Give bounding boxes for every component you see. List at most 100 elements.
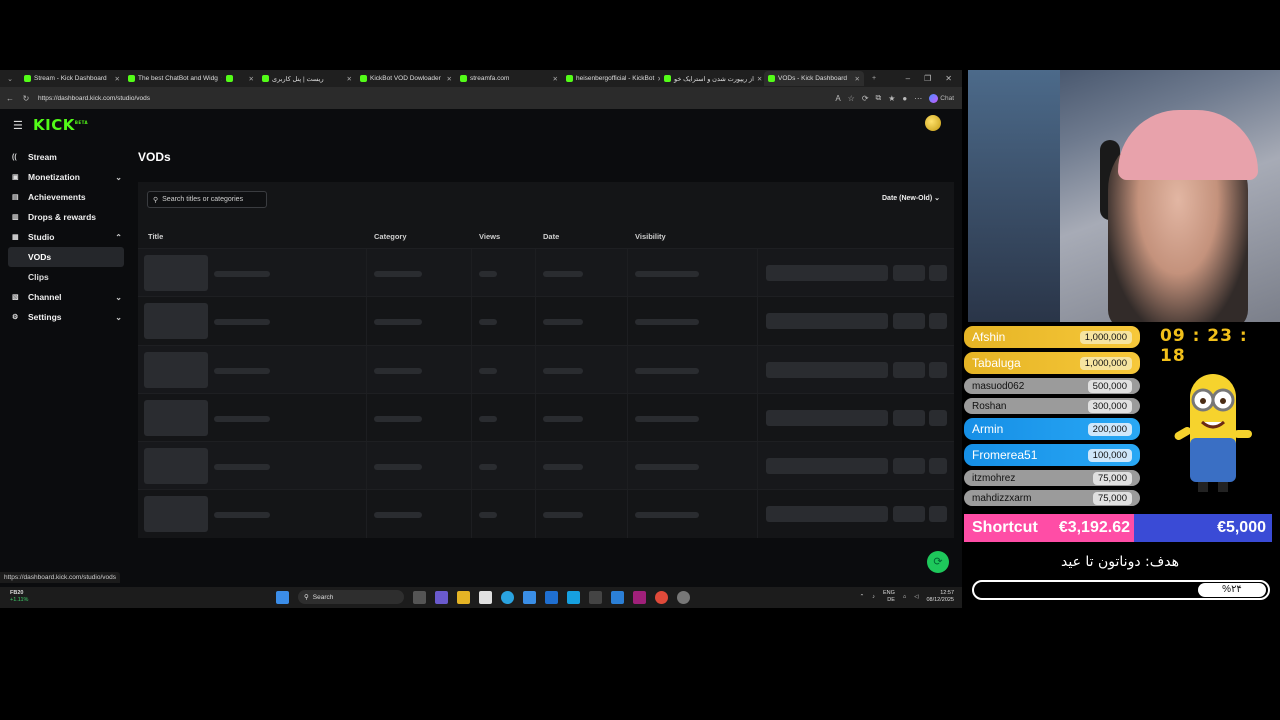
sidebar-item-achievements[interactable]: ▤ Achievements xyxy=(0,187,134,207)
column-category[interactable]: Category xyxy=(374,232,407,241)
close-window-icon[interactable]: ✕ xyxy=(945,74,952,83)
settings-app-icon[interactable] xyxy=(677,590,690,604)
skeleton-placeholder xyxy=(635,464,699,471)
chevron-down-icon[interactable]: ⌄ xyxy=(115,293,122,302)
chrome-icon[interactable] xyxy=(655,590,668,604)
user-avatar[interactable] xyxy=(925,115,941,131)
sidebar-item-stream[interactable]: ((Stream xyxy=(0,147,134,167)
maximize-icon[interactable]: ❐ xyxy=(924,74,931,83)
sort-dropdown[interactable]: Date (New-Old) ⌄ xyxy=(882,194,940,202)
column-visibility[interactable]: Visibility xyxy=(635,232,666,241)
browser-tab[interactable]: از ریپورت شدن و استرایک خو ✕ xyxy=(660,71,764,86)
volume-icon[interactable]: ◁ xyxy=(914,594,918,600)
column-title[interactable]: Title xyxy=(148,232,163,241)
teams-icon[interactable] xyxy=(435,590,448,604)
skeleton-placeholder xyxy=(766,409,888,426)
menu-icon[interactable]: ☰ xyxy=(13,119,23,132)
browser-tab[interactable]: Stream - Kick Dashboard ✕ xyxy=(20,71,124,86)
task-view-icon[interactable] xyxy=(413,590,426,604)
reload-icon[interactable]: ↻ xyxy=(20,94,32,103)
table-row[interactable] xyxy=(138,441,954,490)
new-tab-icon[interactable]: + xyxy=(864,75,884,82)
column-views[interactable]: Views xyxy=(479,232,500,241)
column-date[interactable]: Date xyxy=(543,232,559,241)
copilot-chat-button[interactable]: Chat xyxy=(929,93,954,103)
chevron-down-icon[interactable]: ⌄ xyxy=(115,313,122,322)
sidebar-item-drops[interactable]: ▥ Drops & rewards xyxy=(0,207,134,227)
chevron-down-icon: ⌄ xyxy=(934,195,940,202)
skeleton-placeholder xyxy=(543,319,583,326)
status-url: https://dashboard.kick.com/studio/vods xyxy=(0,572,121,583)
minimize-icon[interactable]: – xyxy=(906,74,910,83)
close-tab-icon[interactable]: ✕ xyxy=(447,75,452,83)
browser-tab[interactable]: ✕ xyxy=(222,71,258,86)
sidebar-item-monetization[interactable]: ▣ Monetization ⌄ xyxy=(0,167,134,187)
stock-widget[interactable]: FB20 +1.11% xyxy=(10,590,28,604)
network-icon[interactable]: ⌂ xyxy=(903,594,906,600)
browser-tab[interactable]: streamfa.com ✕ xyxy=(456,71,562,86)
read-aloud-icon[interactable]: A xyxy=(835,94,840,103)
clock[interactable]: 12:57 08/12/2025 xyxy=(926,590,954,604)
back-icon[interactable]: ← xyxy=(4,94,16,103)
favorites-icon[interactable]: ★ xyxy=(888,94,895,103)
skeleton-placeholder xyxy=(543,271,583,277)
donor-amount: 300,000 xyxy=(1087,399,1132,413)
sidebar-item-channel[interactable]: ▧ Channel ⌄ xyxy=(0,287,134,307)
app-icon[interactable] xyxy=(523,590,536,604)
kick-logo[interactable]: KICKBETA xyxy=(33,116,88,134)
vscode-icon[interactable] xyxy=(611,590,624,604)
browser-tab[interactable]: KickBot VOD Dowloader ✕ xyxy=(356,71,456,86)
stock-change: +1.11% xyxy=(10,597,29,603)
close-tab-icon[interactable]: ✕ xyxy=(347,75,352,83)
tab-list-icon[interactable]: ⌄ xyxy=(0,75,20,83)
rider-icon[interactable] xyxy=(633,590,646,604)
refresh-fab-button[interactable]: ⟳ xyxy=(927,551,949,573)
start-icon[interactable] xyxy=(276,590,289,604)
favorite-icon[interactable]: ☆ xyxy=(848,94,855,103)
profile-icon[interactable]: ● xyxy=(902,94,907,103)
language-indicator[interactable]: ENG DE xyxy=(883,590,895,604)
skeleton-placeholder xyxy=(893,458,925,475)
table-row[interactable] xyxy=(138,344,954,393)
browser-tab[interactable]: heisenbergofficial - KickBot✕ xyxy=(562,71,660,86)
sidebar-item-settings[interactable]: ⚙ Settings ⌄ xyxy=(0,307,134,327)
extensions-icon[interactable]: ⧉ xyxy=(876,93,882,103)
search-input[interactable]: ⚲ Search titles or categories xyxy=(147,191,267,208)
mic-icon[interactable]: ♪ xyxy=(872,594,875,600)
table-row[interactable] xyxy=(138,392,954,442)
browser-tab[interactable]: ریست | پنل کاربری ✕ xyxy=(258,71,356,86)
skeleton-placeholder xyxy=(479,367,497,374)
more-icon[interactable]: ⋯ xyxy=(914,94,922,103)
browser-tab[interactable]: VODs - Kick Dashboard ✕ xyxy=(764,71,864,86)
sidebar-item-studio[interactable]: ▦ Studio ⌃ xyxy=(0,227,134,247)
donor-amount: 1,000,000 xyxy=(1079,356,1132,370)
url-field[interactable]: https://dashboard.kick.com/studio/vods xyxy=(38,95,150,102)
table-row[interactable] xyxy=(138,248,954,297)
browser-tab[interactable]: The best ChatBot and Widg✕ xyxy=(124,71,222,86)
close-tab-icon[interactable]: ✕ xyxy=(249,75,254,83)
store-icon[interactable] xyxy=(479,590,492,604)
chevron-down-icon[interactable]: ⌄ xyxy=(115,173,122,182)
tab-label: از ریپورت شدن و استرایک خو xyxy=(674,75,754,83)
close-tab-icon[interactable]: ✕ xyxy=(115,75,120,83)
outlook-icon[interactable] xyxy=(545,590,558,604)
close-tab-icon[interactable]: ✕ xyxy=(553,75,558,83)
extension-icon[interactable]: ⟳ xyxy=(862,94,869,103)
edge-icon[interactable] xyxy=(501,590,514,604)
skeleton-placeholder xyxy=(635,271,699,277)
chevron-up-icon[interactable]: ⌃ xyxy=(860,594,865,600)
monetization-icon: ▣ xyxy=(12,174,19,181)
terminal-icon[interactable] xyxy=(589,590,602,604)
chevron-up-icon[interactable]: ⌃ xyxy=(115,233,122,242)
sidebar-subitem-vods[interactable]: VODs xyxy=(8,247,124,267)
taskbar-search[interactable]: ⚲ Search xyxy=(298,590,404,604)
table-row[interactable] xyxy=(138,489,954,538)
sidebar-subitem-clips[interactable]: Clips xyxy=(8,267,124,287)
table-row[interactable] xyxy=(138,296,954,345)
app-icon-2[interactable] xyxy=(567,590,580,604)
copilot-icon xyxy=(929,93,939,103)
close-tab-icon[interactable]: ✕ xyxy=(855,75,860,83)
lang-bottom: DE xyxy=(887,597,895,603)
close-tab-icon[interactable]: ✕ xyxy=(757,75,762,83)
file-explorer-icon[interactable] xyxy=(457,590,470,604)
